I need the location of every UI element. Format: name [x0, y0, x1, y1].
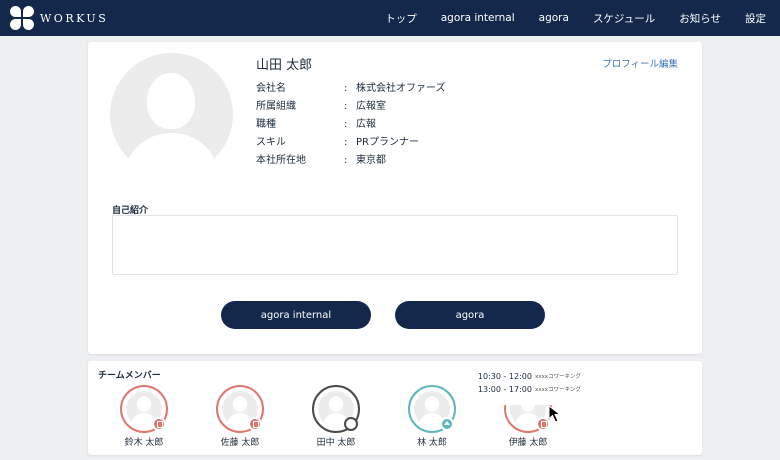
- tooltip-time: 10:30 - 12:00: [477, 371, 532, 381]
- info-row-skill: スキル : PRプランナー: [256, 134, 446, 152]
- info-value: 株式会社オファーズ: [356, 83, 446, 94]
- main-menu: トップ agora internal agora スケジュール お知らせ 設定: [361, 0, 766, 36]
- info-row-company: 会社名 : 株式会社オファーズ: [256, 80, 446, 98]
- team-member[interactable]: 田中 太郎: [301, 385, 371, 453]
- top-navigation-bar: WORKUS トップ agora internal agora スケジュール お…: [0, 0, 780, 36]
- team-members-card: チームメンバー 鈴木 太郎 佐藤 太郎 田中 太郎 林 太郎 伊藤 太郎 10:…: [88, 361, 702, 455]
- info-value: 広報: [356, 119, 376, 130]
- tooltip-place: xxxxコワーキング: [535, 374, 581, 380]
- profile-card: 山田 太郎 プロフィール編集 会社名 : 株式会社オファーズ 所属組織 : 広報…: [88, 42, 702, 354]
- office-status-icon: [152, 417, 166, 431]
- nav-link-top[interactable]: トップ: [385, 11, 417, 26]
- tooltip-time: 13:00 - 17:00: [477, 384, 532, 394]
- info-row-location: 本社所在地 : 東京都: [256, 152, 446, 170]
- team-members-title: チームメンバー: [98, 371, 161, 381]
- self-intro-box: [112, 215, 678, 275]
- mouse-pointer-icon: [548, 405, 562, 423]
- info-label: 職種: [256, 119, 276, 130]
- info-label: 会社名: [256, 83, 286, 94]
- team-member[interactable]: 林 太郎: [397, 385, 467, 453]
- team-member[interactable]: 鈴木 太郎: [109, 385, 179, 453]
- info-label: 本社所在地: [256, 155, 306, 166]
- nav-link-settings[interactable]: 設定: [745, 11, 766, 26]
- team-member[interactable]: 佐藤 太郎: [205, 385, 275, 453]
- info-value: 広報室: [356, 101, 386, 112]
- member-name: 佐藤 太郎: [220, 438, 260, 448]
- member-name: 田中 太郎: [316, 438, 356, 448]
- info-value: 東京都: [356, 155, 386, 166]
- profile-edit-link[interactable]: プロフィール編集: [602, 56, 678, 70]
- brand-logo[interactable]: WORKUS: [10, 6, 108, 30]
- info-label: スキル: [256, 137, 286, 148]
- info-value: PRプランナー: [356, 137, 419, 148]
- office-status-icon: [248, 417, 262, 431]
- member-name: 林 太郎: [417, 438, 447, 448]
- member-name: 鈴木 太郎: [124, 438, 164, 448]
- nav-link-agora-internal[interactable]: agora internal: [441, 12, 515, 24]
- agora-button[interactable]: agora: [395, 301, 545, 329]
- agora-internal-button[interactable]: agora internal: [221, 301, 371, 329]
- nav-link-agora[interactable]: agora: [539, 12, 569, 24]
- member-name: 伊藤 太郎: [508, 438, 548, 448]
- profile-name: 山田 太郎: [256, 58, 313, 73]
- nav-link-schedule[interactable]: スケジュール: [593, 11, 655, 26]
- info-label: 所属組織: [256, 101, 296, 112]
- schedule-tooltip: 10:30 - 12:00 xxxxコワーキング 13:00 - 17:00 x…: [462, 369, 592, 405]
- info-row-department: 所属組織 : 広報室: [256, 98, 446, 116]
- clover-logo-icon: [10, 6, 34, 30]
- profile-info-list: 会社名 : 株式会社オファーズ 所属組織 : 広報室 職種 : 広報 スキル :…: [256, 80, 446, 170]
- info-row-job: 職種 : 広報: [256, 116, 446, 134]
- profile-avatar: [110, 53, 233, 176]
- offline-status-icon: [344, 417, 358, 431]
- nav-link-notifications[interactable]: お知らせ: [679, 11, 721, 26]
- home-status-icon: [440, 417, 454, 431]
- tooltip-place: xxxxコワーキング: [535, 387, 581, 393]
- brand-name: WORKUS: [40, 11, 109, 25]
